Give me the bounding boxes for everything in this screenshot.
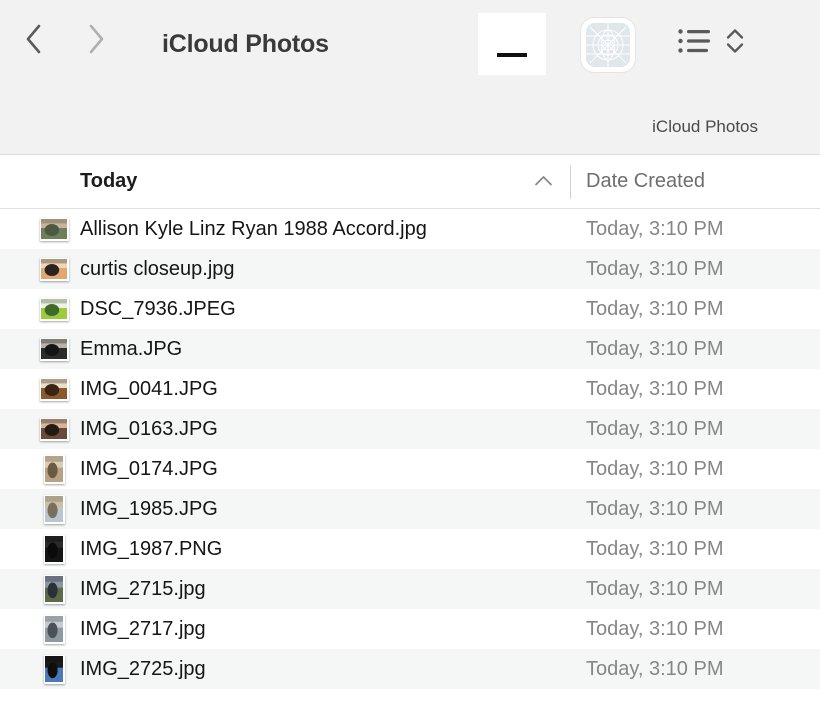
table-row[interactable]: Emma.JPG Today, 3:10 PM [0,329,820,369]
file-date-cell: Today, 3:10 PM [586,538,723,561]
window-toolbar: iCloud Photos [0,0,820,155]
file-date-cell: Today, 3:10 PM [586,298,723,321]
file-name-cell: Allison Kyle Linz Ryan 1988 Accord.jpg [80,218,427,241]
chevron-left-icon[interactable] [22,22,46,56]
document-proxy-icon[interactable] [478,13,546,75]
chevron-right-icon[interactable] [84,22,108,56]
icloud-globe-button[interactable] [581,18,635,72]
column-header-date-created[interactable]: Date Created [586,170,705,193]
file-name-cell: IMG_0163.JPG [80,418,218,441]
table-row[interactable]: IMG_1987.PNG Today, 3:10 PM [0,529,820,569]
file-thumbnail [38,529,70,569]
table-row[interactable]: IMG_2715.jpg Today, 3:10 PM [0,569,820,609]
file-name-cell: IMG_2717.jpg [80,618,206,641]
file-date-cell: Today, 3:10 PM [586,338,723,361]
column-header-row: Today Date Created [0,155,820,209]
table-row[interactable]: IMG_0163.JPG Today, 3:10 PM [0,409,820,449]
minimize-dash-icon [497,53,527,57]
list-view-icon[interactable] [678,28,712,54]
file-name-cell: DSC_7936.JPEG [80,298,236,321]
column-divider[interactable] [570,165,571,199]
file-thumbnail [38,369,70,409]
table-row[interactable]: IMG_2717.jpg Today, 3:10 PM [0,609,820,649]
window-title: iCloud Photos [162,30,329,59]
file-date-cell: Today, 3:10 PM [586,458,723,481]
chevron-up-icon[interactable] [533,172,554,190]
file-thumbnail [38,209,70,249]
file-name-cell: IMG_1985.JPG [80,498,218,521]
table-row[interactable]: IMG_0174.JPG Today, 3:10 PM [0,449,820,489]
table-row[interactable]: Allison Kyle Linz Ryan 1988 Accord.jpg To… [0,209,820,249]
file-date-cell: Today, 3:10 PM [586,218,723,241]
file-name-cell: IMG_1987.PNG [80,538,222,561]
file-name-cell: Emma.JPG [80,338,182,361]
breadcrumb-path: iCloud Photos [652,117,758,137]
file-thumbnail [38,449,70,489]
file-thumbnail [38,289,70,329]
file-thumbnail [38,249,70,289]
file-list[interactable]: Allison Kyle Linz Ryan 1988 Accord.jpg To… [0,209,820,689]
table-row[interactable]: curtis closeup.jpg Today, 3:10 PM [0,249,820,289]
file-name-cell: IMG_2725.jpg [80,658,206,681]
file-date-cell: Today, 3:10 PM [586,658,723,681]
file-date-cell: Today, 3:10 PM [586,378,723,401]
file-name-cell: curtis closeup.jpg [80,258,235,281]
file-date-cell: Today, 3:10 PM [586,258,723,281]
file-thumbnail [38,409,70,449]
file-thumbnail [38,609,70,649]
icloud-globe-icon [586,23,630,67]
table-row[interactable]: IMG_0041.JPG Today, 3:10 PM [0,369,820,409]
file-date-cell: Today, 3:10 PM [586,618,723,641]
table-row[interactable]: IMG_1985.JPG Today, 3:10 PM [0,489,820,529]
sort-stepper-icon[interactable] [724,27,746,55]
file-thumbnail [38,569,70,609]
file-date-cell: Today, 3:10 PM [586,578,723,601]
table-row[interactable]: IMG_2725.jpg Today, 3:10 PM [0,649,820,689]
file-date-cell: Today, 3:10 PM [586,498,723,521]
file-thumbnail [38,649,70,689]
file-name-cell: IMG_0041.JPG [80,378,218,401]
toolbar-right-group [478,0,746,75]
file-date-cell: Today, 3:10 PM [586,418,723,441]
column-header-name[interactable]: Today [80,170,137,193]
file-thumbnail [38,489,70,529]
file-name-cell: IMG_2715.jpg [80,578,206,601]
table-row[interactable]: DSC_7936.JPEG Today, 3:10 PM [0,289,820,329]
navigation-arrows [22,22,108,56]
file-thumbnail [38,329,70,369]
file-name-cell: IMG_0174.JPG [80,458,218,481]
